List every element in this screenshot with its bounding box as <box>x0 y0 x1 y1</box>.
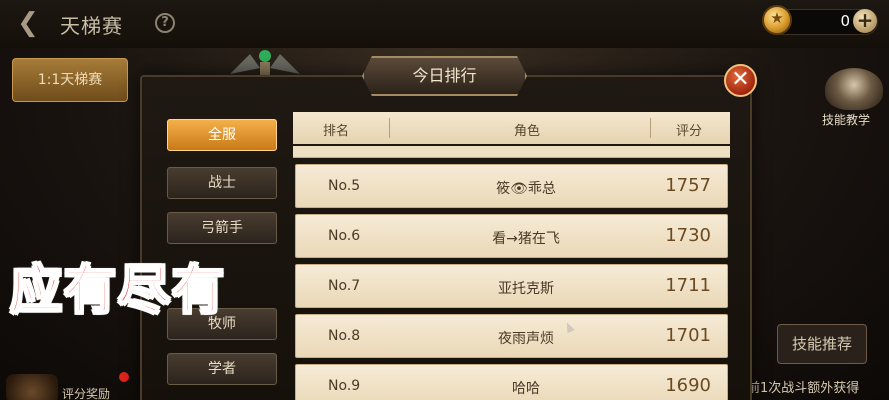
column-header-rank: 排名 <box>323 124 350 139</box>
table-row[interactable]: No.6 看→猪在飞 1730 <box>295 214 728 258</box>
filter-all[interactable]: 全服 <box>167 119 277 151</box>
row-player-name: 夜雨声烦 <box>498 331 554 347</box>
row-rank: No.8 <box>328 328 361 344</box>
row-score: 1701 <box>665 325 711 346</box>
row-player-name: 看→猪在飞 <box>492 231 560 247</box>
medal-icon <box>762 5 792 35</box>
table-row-partial <box>293 146 730 158</box>
close-icon[interactable]: ✕ <box>724 64 757 97</box>
column-header-role: 角色 <box>514 124 541 139</box>
row-player-name: 筱👁乖总 <box>496 181 556 197</box>
currency-value: 0 <box>840 12 850 30</box>
table-row[interactable]: No.9 哈哈 1690 <box>295 364 728 400</box>
row-player-name: 哈哈 <box>512 381 540 397</box>
row-player-name: 亚托克斯 <box>498 281 554 297</box>
row-score: 1711 <box>665 275 711 296</box>
row-score: 1730 <box>665 225 711 246</box>
row-score: 1690 <box>665 375 711 396</box>
back-arrow-icon[interactable]: ❮ <box>8 8 48 38</box>
mode-tab-1v1[interactable]: 1:1天梯赛 <box>12 58 128 102</box>
question-icon[interactable]: ? <box>155 13 175 33</box>
reward-label[interactable]: 评分奖励 <box>62 385 110 400</box>
overlay-caption: 应有尽有 <box>9 260 227 322</box>
top-bar <box>0 0 889 48</box>
column-header-score: 评分 <box>676 124 703 139</box>
row-rank: No.6 <box>328 228 361 244</box>
row-rank: No.7 <box>328 278 361 294</box>
skill-recommend-button[interactable]: 技能推荐 <box>777 324 867 364</box>
row-score: 1757 <box>665 175 711 196</box>
bonus-text: 前1次战斗额外获得 <box>747 381 860 396</box>
mentor-label[interactable]: 技能教学 <box>822 111 870 128</box>
filter-warrior[interactable]: 战士 <box>167 167 277 199</box>
table-row[interactable]: No.7 亚托克斯 1711 <box>295 264 728 308</box>
modal-title-tab: 今日排行 <box>362 56 527 96</box>
header-divider <box>389 118 390 138</box>
table-row[interactable]: No.5 筱👁乖总 1757 <box>295 164 728 208</box>
ranking-table: 排名 角色 评分 No.5 筱👁乖总 1757 No.6 看→猪在飞 1730 … <box>293 112 730 400</box>
row-rank: No.9 <box>328 378 361 394</box>
filter-archer[interactable]: 弓箭手 <box>167 212 277 244</box>
notification-dot <box>119 372 129 382</box>
filter-scholar[interactable]: 学者 <box>167 353 277 385</box>
table-header: 排名 角色 评分 <box>293 112 730 144</box>
row-rank: No.5 <box>328 178 361 194</box>
reward-chest-icon[interactable] <box>6 374 58 400</box>
header-divider <box>650 118 651 138</box>
table-row[interactable]: No.8 夜雨声烦 1701 <box>295 314 728 358</box>
page-title: 天梯赛 <box>60 14 123 38</box>
plus-icon[interactable]: + <box>853 9 877 33</box>
mentor-avatar[interactable] <box>825 68 883 110</box>
